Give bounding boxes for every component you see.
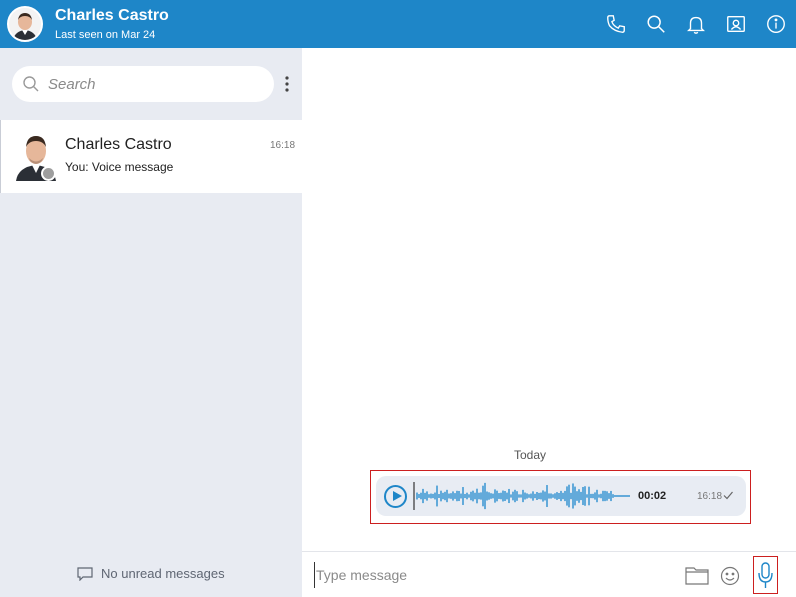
no-unread-label: No unread messages bbox=[101, 566, 225, 581]
bell-icon[interactable] bbox=[684, 12, 708, 36]
sent-check-icon bbox=[723, 491, 733, 500]
last-seen-status: Last seen on Mar 24 bbox=[55, 29, 156, 41]
waveform[interactable] bbox=[413, 480, 633, 512]
search-input[interactable] bbox=[48, 66, 268, 102]
search-box bbox=[12, 66, 274, 102]
chat-header: Charles Castro Last seen on Mar 24 bbox=[0, 0, 796, 48]
chat-bubble-icon bbox=[77, 566, 93, 581]
conversation-panel: Today 00:02 16:18 bbox=[302, 48, 796, 597]
more-options-icon[interactable] bbox=[280, 74, 294, 94]
chat-list-panel: Charles Castro You: Voice message 16:18 … bbox=[0, 48, 302, 597]
chat-contact-name: Charles Castro bbox=[65, 136, 172, 153]
phone-icon[interactable] bbox=[604, 12, 628, 36]
record-voice-button[interactable] bbox=[753, 556, 778, 594]
play-button[interactable] bbox=[384, 485, 407, 508]
status-indicator bbox=[41, 166, 56, 181]
folder-icon[interactable] bbox=[685, 565, 709, 585]
info-icon[interactable] bbox=[764, 12, 788, 36]
voice-message-bubble: 00:02 16:18 bbox=[376, 476, 746, 516]
emoji-icon[interactable] bbox=[720, 566, 740, 586]
contact-name: Charles Castro bbox=[55, 7, 169, 24]
message-time: 16:18 bbox=[697, 491, 723, 502]
contact-card-icon[interactable] bbox=[724, 12, 748, 36]
search-icon[interactable] bbox=[644, 12, 668, 36]
microphone-icon bbox=[758, 562, 773, 588]
message-composer bbox=[302, 551, 796, 597]
no-unread-notice: No unread messages bbox=[77, 566, 225, 581]
day-separator: Today bbox=[514, 448, 547, 462]
chat-list-item[interactable]: Charles Castro You: Voice message 16:18 bbox=[0, 120, 302, 193]
voice-duration: 00:02 bbox=[638, 490, 667, 502]
search-icon bbox=[23, 76, 39, 92]
chat-last-message: You: Voice message bbox=[65, 160, 174, 174]
contact-avatar[interactable] bbox=[7, 6, 43, 42]
message-input[interactable] bbox=[314, 562, 674, 588]
chat-time: 16:18 bbox=[270, 140, 296, 151]
